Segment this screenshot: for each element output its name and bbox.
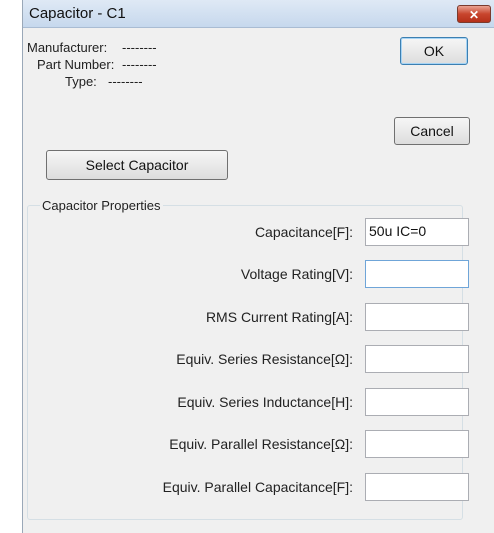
capacitance-label: Capacitance[F]: [254, 224, 353, 240]
voltage-rating-input[interactable] [365, 260, 469, 288]
equiv-series-inductance-input[interactable] [365, 388, 469, 416]
manufacturer-label: Manufacturer: [27, 40, 108, 55]
equiv-series-resistance-label: Equiv. Series Resistance[Ω]: [176, 351, 353, 367]
rms-current-rating-input[interactable] [365, 303, 469, 331]
equiv-parallel-resistance-label: Equiv. Parallel Resistance[Ω]: [169, 436, 353, 452]
type-value: -------- [108, 74, 143, 89]
equiv-parallel-capacitance-input[interactable] [365, 473, 469, 501]
type-label: Type: [65, 74, 97, 89]
close-icon: ✕ [468, 8, 480, 22]
cancel-button[interactable]: Cancel [394, 117, 470, 145]
capacitor-properties-label: Capacitor Properties [40, 198, 163, 213]
ok-button[interactable]: OK [400, 37, 468, 65]
close-button[interactable]: ✕ [457, 5, 491, 23]
part-number-label: Part Number: [37, 57, 115, 72]
equiv-series-resistance-input[interactable] [365, 345, 469, 373]
rms-current-rating-label: RMS Current Rating[A]: [205, 309, 353, 325]
capacitance-input[interactable]: 50u IC=0 [365, 218, 469, 246]
equiv-parallel-resistance-input[interactable] [365, 430, 469, 458]
window-title: Capacitor - C1 [29, 5, 126, 22]
voltage-rating-label: Voltage Rating[V]: [240, 266, 353, 282]
title-bar: Capacitor - C1 ✕ [23, 0, 494, 28]
select-capacitor-button[interactable]: Select Capacitor [46, 150, 228, 180]
manufacturer-value: -------- [122, 40, 157, 55]
equiv-series-inductance-label: Equiv. Series Inductance[H]: [177, 394, 353, 410]
part-number-value: -------- [122, 57, 157, 72]
equiv-parallel-capacitance-label: Equiv. Parallel Capacitance[F]: [162, 479, 353, 495]
